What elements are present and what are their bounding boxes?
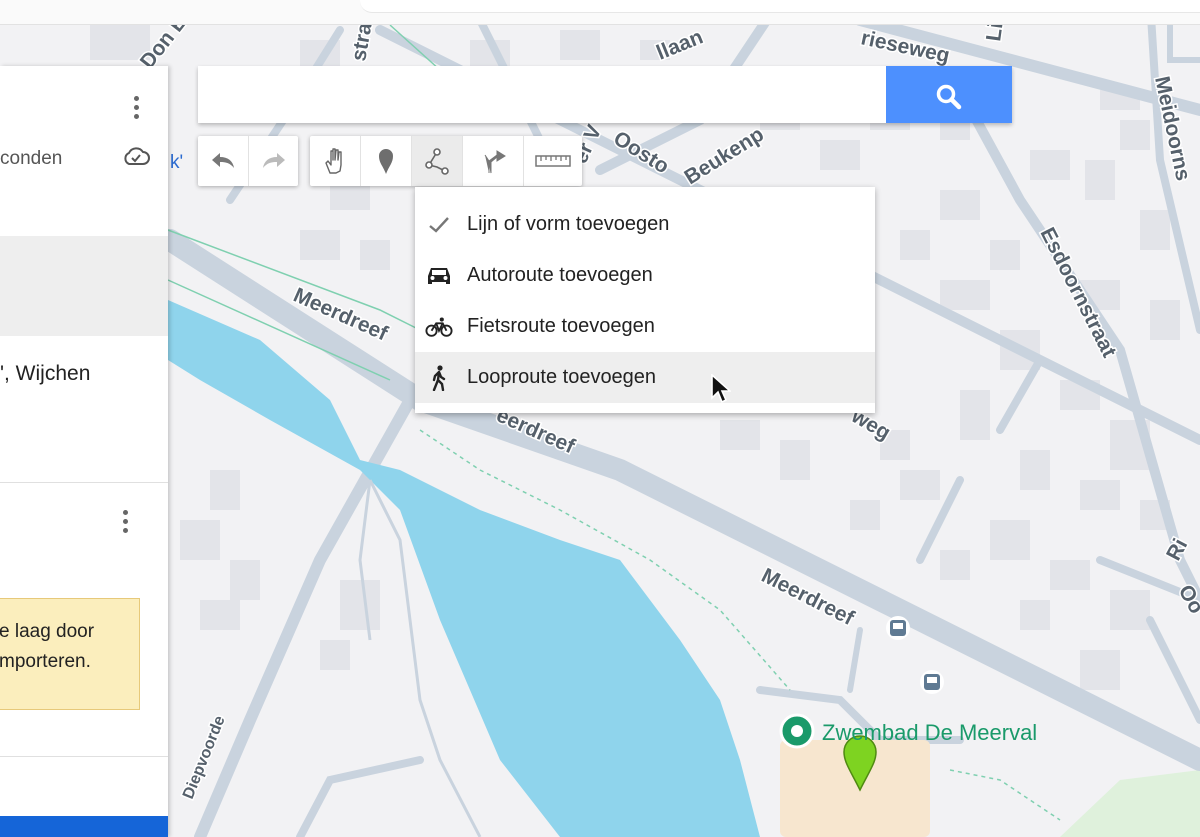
menu-item-label: Lijn of vorm toevoegen: [467, 213, 670, 235]
selected-layer-row[interactable]: [0, 236, 168, 336]
undo-button[interactable]: [198, 136, 248, 186]
layer-options-icon[interactable]: [123, 510, 129, 537]
search-box: [198, 66, 1012, 123]
search-input[interactable]: [198, 66, 886, 123]
marker-icon: [379, 149, 393, 174]
search-icon: [936, 84, 962, 110]
add-marker-button[interactable]: [361, 136, 411, 186]
hand-icon: [325, 148, 342, 174]
tip-line[interactable]: mporteren.: [0, 651, 91, 673]
bicycle-icon: [425, 317, 453, 337]
undo-icon: [212, 153, 234, 168]
menu-item-label: Looproute toevoegen: [467, 366, 657, 388]
menu-item-label: Autoroute toevoegen: [467, 264, 653, 286]
directions-icon: [484, 150, 506, 174]
place-title[interactable]: ', Wijchen: [0, 362, 90, 386]
measure-button[interactable]: [524, 136, 582, 186]
browser-top-bar: [0, 0, 1200, 25]
bus-stop-icon[interactable]: [920, 670, 944, 694]
import-tip: e laag door mporteren.: [0, 598, 140, 710]
divider: [0, 482, 168, 483]
bus-stop-icon[interactable]: [886, 616, 910, 640]
car-icon: [428, 268, 450, 284]
walking-icon: [432, 365, 446, 391]
cloud-check-icon: [124, 147, 150, 165]
divider: [0, 756, 168, 757]
check-icon: [429, 217, 449, 233]
map-label-fragment: k': [170, 152, 184, 173]
poi-label[interactable]: Zwembad De Meerval: [822, 720, 1037, 746]
share-button[interactable]: [0, 816, 168, 837]
tip-line: e laag door: [0, 621, 95, 642]
directions-button[interactable]: [470, 136, 520, 186]
tools-toolbar: [310, 136, 582, 186]
redo-button[interactable]: [249, 136, 298, 186]
menu-item-car-route[interactable]: Autoroute toevoegen: [415, 250, 875, 301]
map-canvas[interactable]: Don E straa llaan rieseweg Li er V Oosto…: [0, 0, 1200, 837]
more-options-icon[interactable]: [134, 96, 140, 123]
ruler-icon: [535, 155, 571, 167]
draw-line-icon: [425, 148, 449, 175]
menu-item-line-shape[interactable]: Lijn of vorm toevoegen: [415, 199, 875, 250]
menu-item-walking-route[interactable]: Looproute toevoegen: [415, 352, 875, 403]
menu-item-bike-route[interactable]: Fietsroute toevoegen: [415, 301, 875, 352]
mouse-cursor-icon: [711, 374, 731, 404]
history-toolbar: [198, 136, 298, 186]
search-button[interactable]: [886, 66, 1012, 123]
poi-marker-icon[interactable]: [779, 713, 815, 749]
draw-line-menu: Lijn of vorm toevoegen Autoroute toevoeg…: [415, 187, 875, 413]
save-status-text: conden: [0, 148, 63, 169]
layers-panel: conden ', Wijchen e laag door mporteren.: [0, 66, 168, 837]
select-tool-button[interactable]: [310, 136, 360, 186]
menu-item-label: Fietsroute toevoegen: [467, 315, 655, 337]
draw-line-button[interactable]: [412, 136, 462, 186]
redo-icon: [262, 153, 285, 168]
